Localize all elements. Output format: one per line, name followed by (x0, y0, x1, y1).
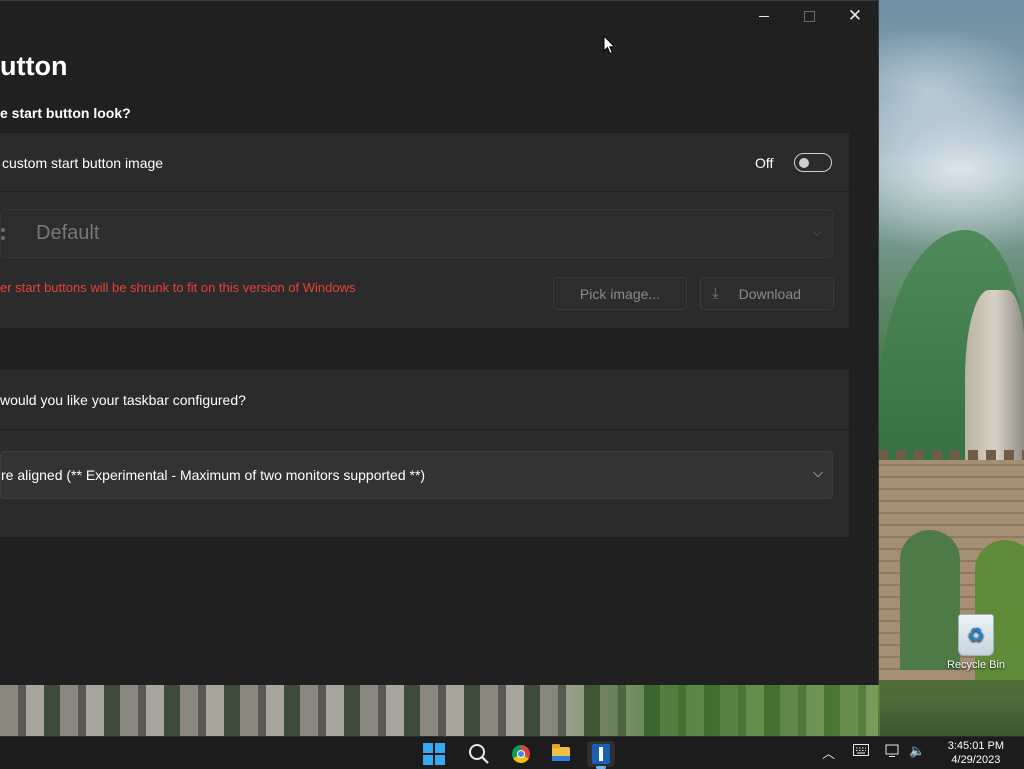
taskbar-alignment-select[interactable]: re aligned (** Experimental - Maximum of… (0, 451, 833, 499)
close-button[interactable]: ✕ (832, 1, 878, 31)
download-icon: ⤓ (712, 285, 719, 302)
network-button[interactable] (885, 744, 901, 761)
app-icon (592, 744, 610, 764)
grip-icon (1, 228, 9, 240)
section-title-look: e start button look? (0, 105, 131, 121)
folder-icon (552, 744, 570, 761)
volume-icon: 🔈 (909, 743, 926, 758)
search-button[interactable] (465, 741, 493, 767)
recycle-bin-label: Recycle Bin (946, 659, 1006, 671)
chevron-down-icon: ⌵ (813, 465, 823, 480)
download-button: ⤓ Download (700, 277, 834, 310)
chevron-down-icon: ⌵ (812, 224, 822, 239)
keyboard-button[interactable] (853, 744, 869, 759)
chrome-icon (512, 745, 530, 763)
taskbar: ︿ 🔈 3:45:01 PM 4/29/2023 (0, 736, 1024, 769)
toggle-knob (799, 158, 809, 168)
download-label: Download (738, 285, 801, 302)
maximize-button (786, 1, 832, 31)
minimize-button[interactable] (741, 1, 787, 31)
pick-image-label: Pick image... (579, 285, 661, 302)
chevron-up-icon: ︿ (822, 746, 836, 761)
network-icon (885, 744, 899, 757)
maximize-icon (803, 10, 815, 22)
warning-text: er start buttons will be shrunk to fit o… (0, 280, 356, 295)
clock[interactable]: 3:45:01 PM 4/29/2023 (948, 739, 1004, 767)
page-title: utton (0, 51, 68, 81)
volume-button[interactable]: 🔈 (909, 743, 925, 759)
show-hidden-icons-button[interactable]: ︿ (822, 743, 835, 762)
app-window: ✕ utton e start button look? custom star… (0, 0, 879, 685)
custom-image-label: custom start button image (2, 155, 164, 171)
start-image-value: Default (36, 222, 100, 244)
chrome-button[interactable] (507, 741, 535, 767)
clock-time: 3:45:01 PM (947, 740, 1004, 752)
divider (0, 191, 849, 192)
file-explorer-button[interactable] (547, 741, 575, 767)
wallpaper-foliage (540, 684, 880, 736)
windows-logo-icon (423, 743, 445, 765)
taskbar-question: would you like your taskbar configured? (0, 392, 246, 408)
taskbar-alignment-value: re aligned (** Experimental - Maximum of… (1, 467, 426, 483)
active-app-button[interactable] (587, 741, 615, 767)
toggle-state-label: Off (755, 155, 774, 171)
search-icon (469, 744, 489, 764)
divider (0, 429, 849, 430)
start-button[interactable] (420, 741, 448, 767)
close-icon: ✕ (847, 6, 863, 25)
start-image-select: Default ⌵ (0, 209, 833, 258)
minimize-icon (759, 15, 769, 17)
keyboard-icon (853, 744, 869, 756)
pick-image-button: Pick image... (553, 277, 687, 310)
recycle-bin-icon: ♻ (958, 614, 994, 656)
custom-image-toggle[interactable] (794, 153, 832, 172)
clock-date: 4/29/2023 (951, 754, 1001, 766)
recycle-bin-desktop-icon[interactable]: ♻ Recycle Bin (943, 614, 1009, 671)
